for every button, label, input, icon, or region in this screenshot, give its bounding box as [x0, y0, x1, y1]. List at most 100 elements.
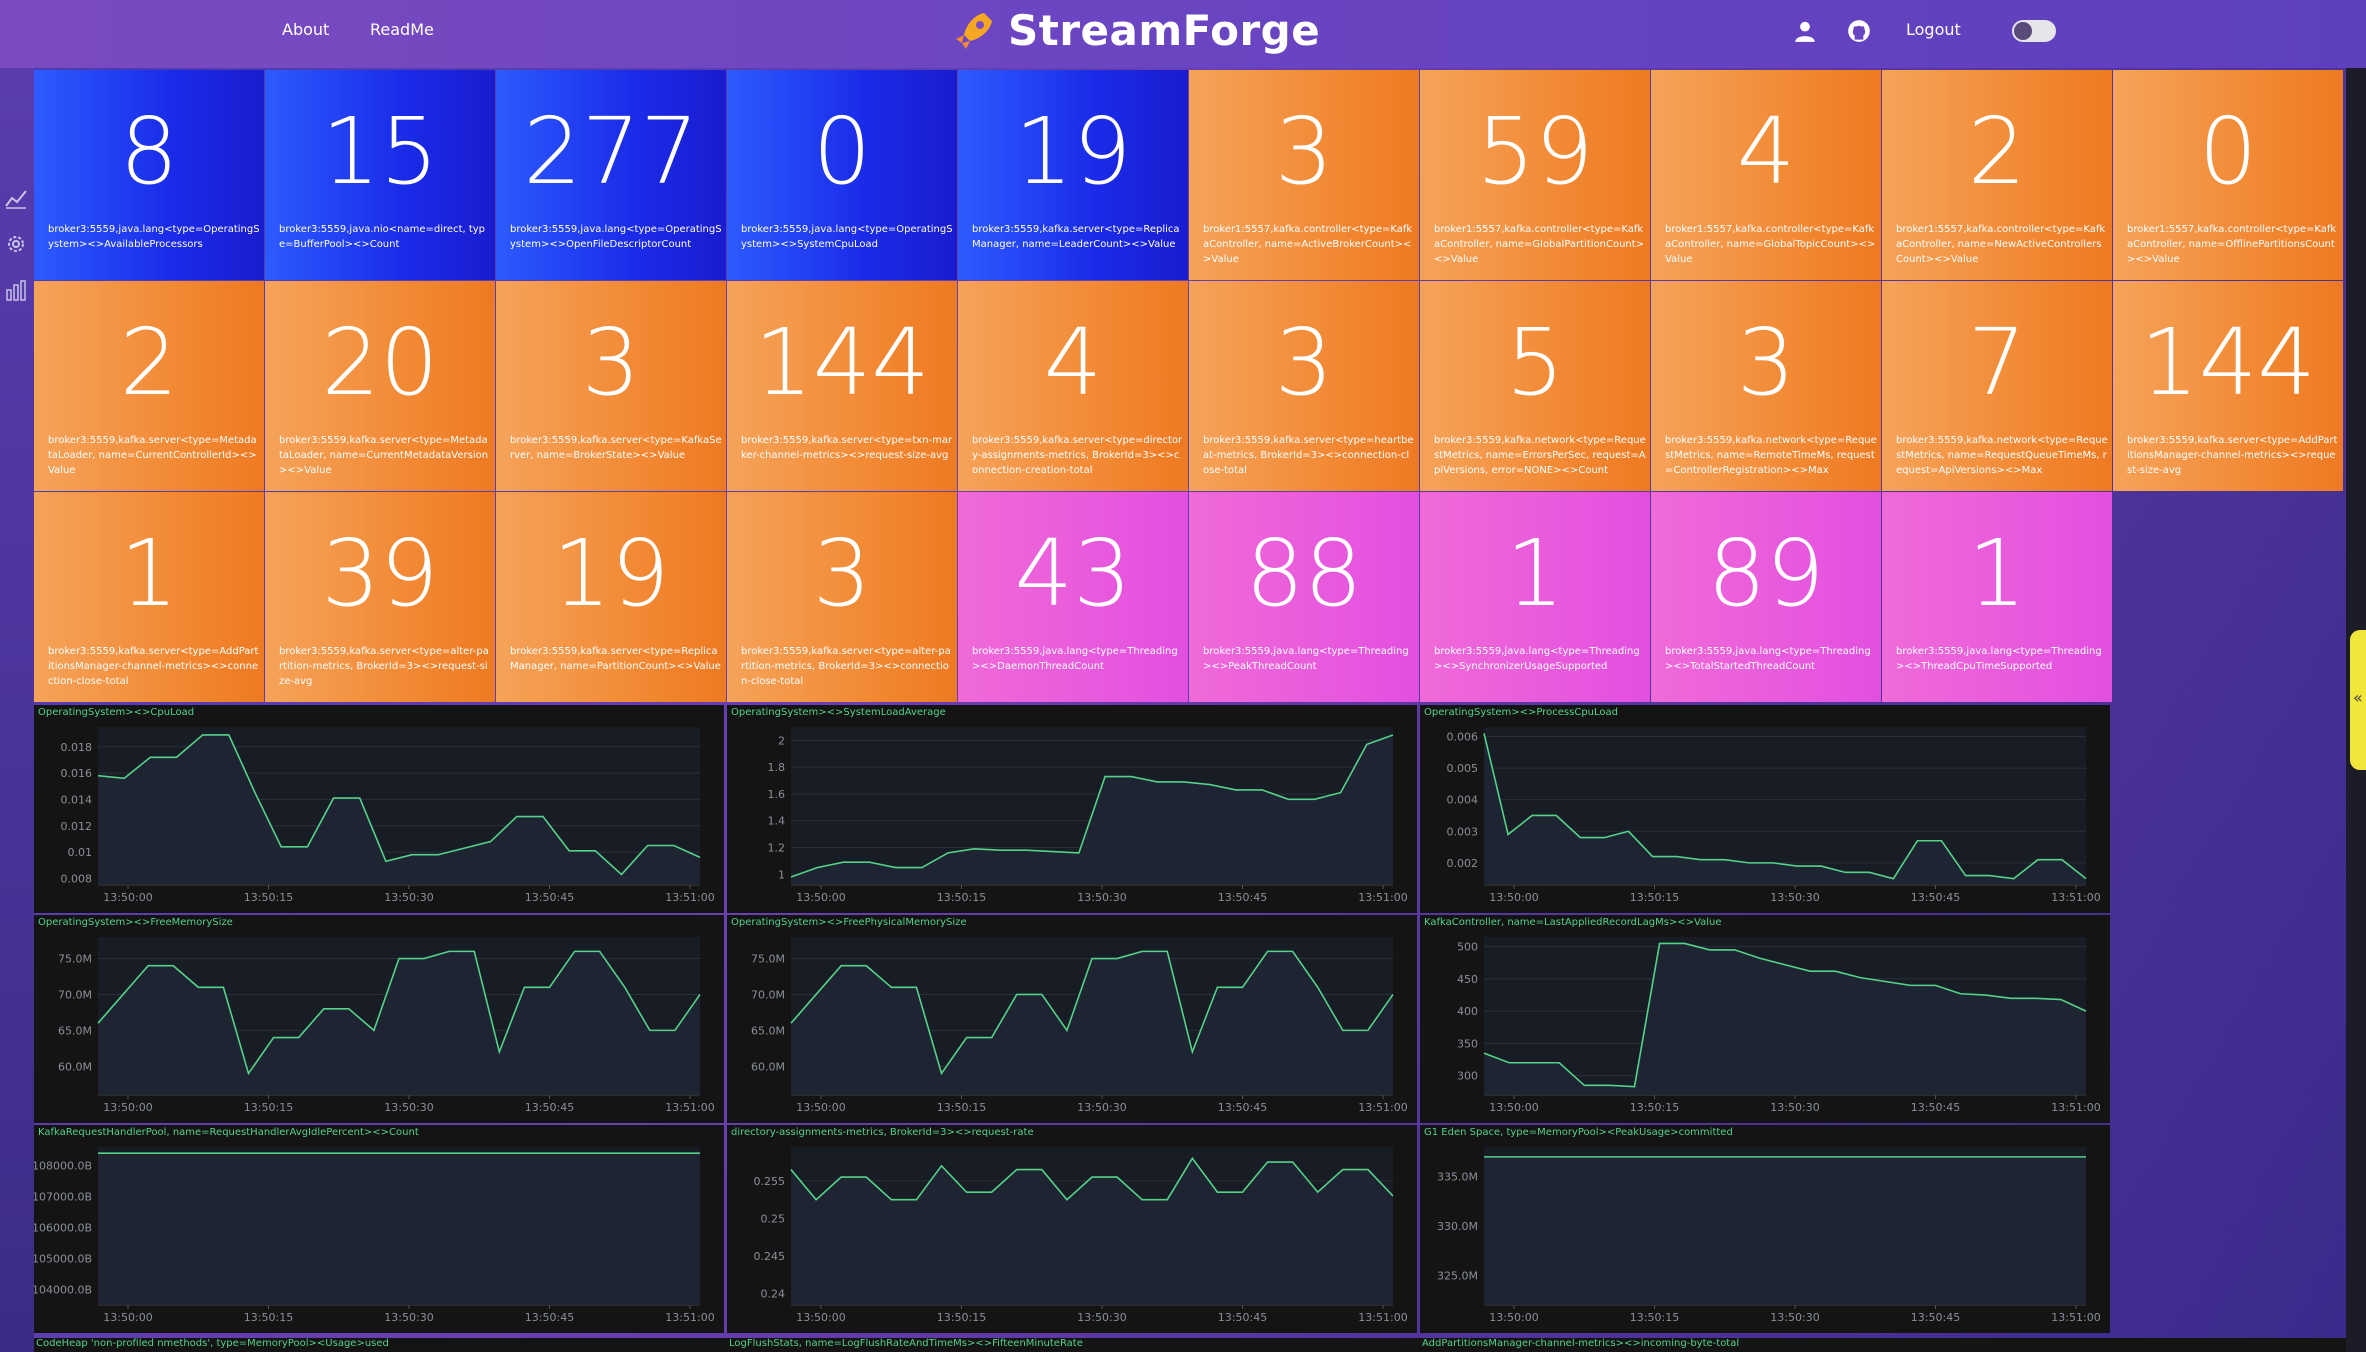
tile-value: 3 [1274, 309, 1334, 416]
metric-tile[interactable]: 0 broker3:5559,java.lang<type=OperatingSy… [727, 70, 957, 280]
tile-value: 20 [321, 309, 439, 416]
x-tick-label: 13:50:30 [1770, 1311, 1819, 1324]
x-tick-label: 13:50:45 [1911, 891, 1960, 904]
github-icon[interactable] [1846, 18, 1872, 44]
metric-tile[interactable]: 7 broker3:5559,kafka.network<type=Request… [1882, 281, 2112, 491]
tile-value: 4 [1043, 309, 1103, 416]
metric-tile[interactable]: 0 broker1:5557,kafka.controller<type=Kafk… [2113, 70, 2343, 280]
top-header: About ReadMe StreamForge Logout [0, 0, 2366, 68]
metric-tile[interactable]: 2 broker3:5559,kafka.server<type=Metadata… [34, 281, 264, 491]
y-tick-label: 0.004 [1447, 794, 1479, 807]
tile-value: 0 [812, 98, 872, 205]
tile-value: 1 [119, 520, 179, 627]
y-tick-label: 325.0M [1437, 1269, 1478, 1282]
brand[interactable]: StreamForge [950, 6, 1320, 55]
x-tick-label: 13:50:15 [244, 1311, 293, 1324]
x-tick-label: 13:50:30 [384, 1311, 433, 1324]
metric-tile[interactable]: 88 broker3:5559,java.lang<type=Threading>… [1189, 492, 1419, 702]
tile-value: 88 [1245, 520, 1363, 627]
tile-value: 2 [119, 309, 179, 416]
x-tick-label: 13:50:45 [1218, 1311, 1267, 1324]
metric-tile[interactable]: 15 broker3:5559,java.nio<name=direct, typ… [265, 70, 495, 280]
metric-tile[interactable]: 2 broker1:5557,kafka.controller<type=Kafk… [1882, 70, 2112, 280]
line-chart-icon[interactable] [4, 186, 28, 210]
metric-tile[interactable]: 3 broker3:5559,kafka.server<type=KafkaSer… [496, 281, 726, 491]
metric-tile[interactable]: 20 broker3:5559,kafka.server<type=Metadat… [265, 281, 495, 491]
metric-tile[interactable]: 1 broker3:5559,java.lang<type=Threading><… [1420, 492, 1650, 702]
line-chart: 2 1.8 1.6 1.4 1.2 1 13:50:00 13:50:15 13:50:30 13… [768, 727, 1408, 904]
tile-value: 3 [581, 309, 641, 416]
metric-tile[interactable]: 59 broker1:5557,kafka.controller<type=Kaf… [1420, 70, 1650, 280]
metric-tile[interactable]: 19 broker3:5559,kafka.server<type=Replica… [496, 492, 726, 702]
nav-readme-link[interactable]: ReadMe [370, 20, 434, 39]
metric-tile[interactable]: 1 broker3:5559,java.lang<type=Threading><… [1882, 492, 2112, 702]
tile-label: broker3:5559,kafka.server<type=MetadataL… [48, 435, 257, 476]
y-tick-label: 0.25 [761, 1212, 786, 1225]
bottom-chart-title-3: AddPartitionsManager-channel-metrics><>i… [1422, 1338, 1740, 1349]
tile-value: 89 [1707, 520, 1825, 627]
chart-panel[interactable]: 75.0M 70.0M 65.0M 60.0M 13:50:00 13:50:15 13:5… [727, 915, 1417, 1123]
x-tick-label: 13:50:30 [1077, 1311, 1126, 1324]
logout-link[interactable]: Logout [1906, 20, 1961, 39]
y-tick-label: 1 [778, 868, 785, 881]
metric-tile[interactable]: 144 broker3:5559,kafka.server<type=txn-ma… [727, 281, 957, 491]
y-tick-label: 65.0M [751, 1024, 785, 1037]
metric-tile[interactable]: 3 broker3:5559,kafka.server<type=heartbea… [1189, 281, 1419, 491]
y-tick-label: 0.24 [761, 1288, 786, 1301]
rocket-logo-icon [956, 12, 992, 49]
chart-panel[interactable]: 2 1.8 1.6 1.4 1.2 1 13:50:00 13:50:15 13:50:30 13… [727, 705, 1417, 913]
tile-value: 15 [321, 98, 439, 205]
tile-label: broker3:5559,kafka.server<type=alter-par… [279, 646, 489, 687]
metric-tile[interactable]: 19 broker3:5559,kafka.server<type=Replica… [958, 70, 1188, 280]
y-tick-label: 0.002 [1447, 857, 1479, 870]
y-tick-label: 106000.0B [34, 1222, 92, 1235]
metric-tile[interactable]: 8 broker3:5559,java.lang<type=OperatingSy… [34, 70, 264, 280]
y-tick-label: 0.008 [61, 872, 93, 885]
bottom-chart-title-2: LogFlushStats, name=LogFlushRateAndTimeM… [729, 1338, 1083, 1349]
line-chart: 0.018 0.016 0.014 0.012 0.01 0.008 13:50:00 13:… [61, 727, 715, 904]
series-area [1484, 1156, 2086, 1305]
metric-tile[interactable]: 1 broker3:5559,kafka.server<type=AddParti… [34, 492, 264, 702]
metric-tile[interactable]: 89 broker3:5559,java.lang<type=Threading>… [1651, 492, 1881, 702]
tile-label: broker3:5559,kafka.server<type=AddPartit… [48, 646, 259, 687]
x-tick-label: 13:51:00 [1358, 1101, 1407, 1114]
tile-label: broker3:5559,java.nio<name=direct, type=… [279, 224, 486, 250]
chart-panel[interactable]: 108000.0B 107000.0B 106000.0B 105000.0B 1040… [34, 1125, 724, 1333]
nav-about-link[interactable]: About [282, 20, 329, 39]
metric-tile[interactable]: 3 broker3:5559,kafka.network<type=Request… [1651, 281, 1881, 491]
y-tick-label: 0.012 [61, 820, 93, 833]
gear-icon[interactable] [4, 232, 28, 256]
x-tick-label: 13:51:00 [1358, 891, 1407, 904]
metric-tile[interactable]: 3 broker1:5557,kafka.controller<type=Kafk… [1189, 70, 1419, 280]
chart-title: OperatingSystem><>FreeMemorySize [38, 917, 233, 928]
metric-tile[interactable]: 4 broker3:5559,kafka.server<type=director… [958, 281, 1188, 491]
y-tick-label: 60.0M [58, 1060, 92, 1073]
metric-tile[interactable]: 5 broker3:5559,kafka.network<type=Request… [1420, 281, 1650, 491]
metric-tile[interactable]: 144 broker3:5559,kafka.server<type=AddPar… [2113, 281, 2343, 491]
x-tick-label: 13:51:00 [2051, 891, 2100, 904]
drawer-toggle-tab[interactable]: « [2350, 630, 2366, 770]
tile-value: 8 [119, 98, 179, 205]
chart-title: directory-assignments-metrics, BrokerId=… [731, 1127, 1034, 1138]
chart-panel[interactable]: 0.018 0.016 0.014 0.012 0.01 0.008 13:50:00 13:… [34, 705, 724, 913]
x-tick-label: 13:51:00 [2051, 1101, 2100, 1114]
y-tick-label: 108000.0B [34, 1160, 92, 1173]
x-tick-label: 13:50:45 [1218, 1101, 1267, 1114]
metric-tile[interactable]: 39 broker3:5559,kafka.server<type=alter-p… [265, 492, 495, 702]
chart-panel[interactable]: 75.0M 70.0M 65.0M 60.0M 13:50:00 13:50:15 13:5… [34, 915, 724, 1123]
chart-panel[interactable]: 335.0M 330.0M 325.0M 13:50:00 13:50:15 13:50:… [1420, 1125, 2110, 1333]
metric-tile[interactable]: 3 broker3:5559,kafka.server<type=alter-pa… [727, 492, 957, 702]
chart-panel[interactable]: 0.255 0.25 0.245 0.24 13:50:00 13:50:15 13:50:… [727, 1125, 1417, 1333]
left-sidebar [0, 68, 34, 1352]
chart-panel[interactable]: 500 450 400 350 300 13:50:00 13:50:15 13:50:30 1… [1420, 915, 2110, 1123]
chart-panel[interactable]: 0.006 0.005 0.004 0.003 0.002 13:50:00 13:50:1… [1420, 705, 2110, 913]
tile-label: broker3:5559,kafka.server<type=ReplicaMa… [972, 224, 1180, 250]
user-icon[interactable] [1792, 18, 1818, 44]
metric-tile[interactable]: 4 broker1:5557,kafka.controller<type=Kafk… [1651, 70, 1881, 280]
metric-tile[interactable]: 43 broker3:5559,java.lang<type=Threading>… [958, 492, 1188, 702]
x-tick-label: 13:50:15 [937, 891, 986, 904]
metric-tile[interactable]: 277 broker3:5559,java.lang<type=Operating… [496, 70, 726, 280]
y-tick-label: 1.4 [768, 815, 786, 828]
bar-chart-icon[interactable] [4, 278, 28, 302]
theme-toggle[interactable] [2012, 20, 2056, 42]
